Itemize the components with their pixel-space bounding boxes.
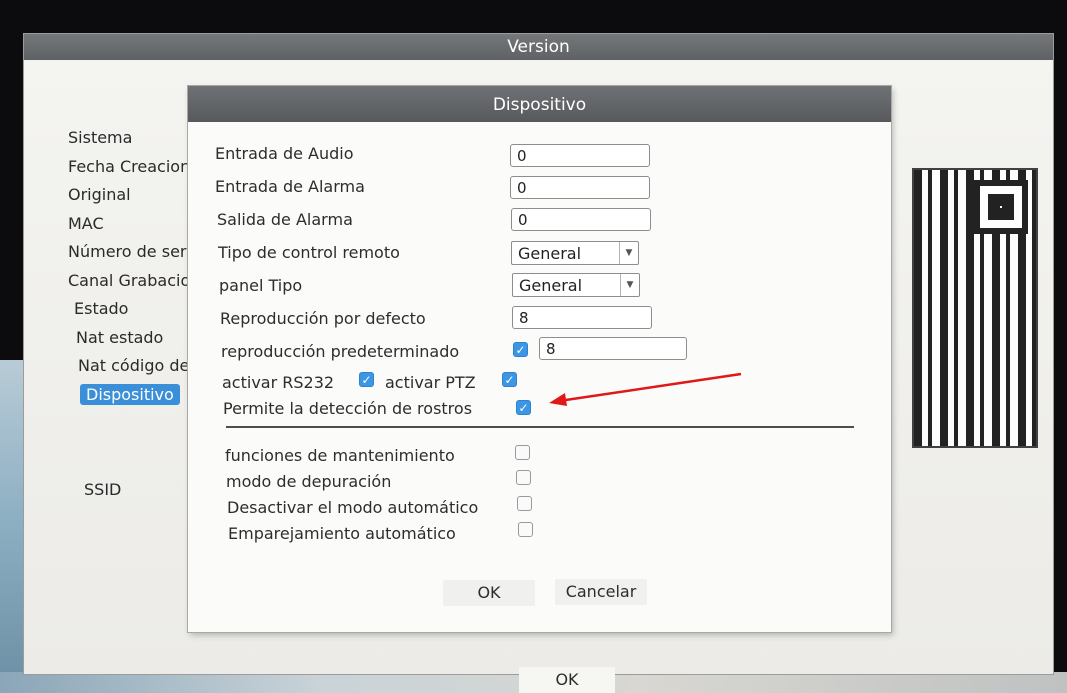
version-window-title: Version [24, 34, 1053, 60]
panel-type-select[interactable]: General ▼ [512, 273, 640, 297]
remote-type-label: Tipo de control remoto [218, 243, 400, 262]
rs232-checkbox[interactable]: ✓ [359, 372, 374, 387]
qr-code-image [912, 168, 1038, 448]
predetermined-playback-checkbox[interactable]: ✓ [513, 342, 528, 357]
alarm-input-label: Entrada de Alarma [215, 177, 365, 196]
predetermined-playback-field[interactable]: 8 [539, 337, 687, 360]
panel-type-value: General [519, 276, 583, 295]
default-playback-label: Reproducción por defecto [220, 309, 426, 328]
ptz-checkbox[interactable]: ✓ [502, 372, 517, 387]
rs232-label: activar RS232 [222, 373, 335, 392]
ssid-label: SSID [84, 480, 122, 499]
debug-mode-label: modo de depuración [226, 472, 392, 491]
maintenance-checkbox[interactable] [515, 445, 530, 460]
chevron-down-icon: ▼ [619, 242, 638, 264]
dispositivo-dialog: Dispositivo Entrada de Audio 0 Entrada d… [188, 86, 891, 632]
dispositivo-button-label: Dispositivo [80, 383, 180, 405]
face-detection-label: Permite la detección de rostros [223, 399, 473, 418]
alarm-input-field[interactable]: 0 [510, 176, 650, 199]
maintenance-label: funciones de mantenimiento [225, 446, 455, 465]
auto-pairing-checkbox[interactable] [518, 522, 533, 537]
chevron-down-icon: ▼ [620, 274, 639, 296]
debug-mode-checkbox[interactable] [516, 470, 531, 485]
section-divider [226, 426, 854, 428]
dispositivo-dialog-body: Entrada de Audio 0 Entrada de Alarma 0 S… [205, 86, 885, 632]
remote-type-value: General [518, 244, 582, 263]
alarm-output-label: Salida de Alarma [217, 210, 353, 229]
panel-type-label: panel Tipo [219, 276, 303, 295]
audio-input-field[interactable]: 0 [510, 144, 650, 167]
disable-auto-label: Desactivar el modo automático [227, 498, 479, 517]
ok-button[interactable]: OK [443, 580, 535, 606]
predetermined-playback-label: reproducción predeterminado [221, 342, 460, 361]
disable-auto-checkbox[interactable] [517, 496, 532, 511]
cancel-button[interactable]: Cancelar [555, 579, 647, 605]
audio-input-label: Entrada de Audio [215, 144, 354, 163]
ptz-label: activar PTZ [385, 373, 476, 392]
remote-type-select[interactable]: General ▼ [511, 241, 639, 265]
default-playback-field[interactable]: 8 [512, 306, 652, 329]
version-ok-button[interactable]: OK [519, 667, 615, 693]
face-detection-checkbox[interactable]: ✓ [516, 400, 531, 415]
alarm-output-field[interactable]: 0 [511, 208, 651, 231]
auto-pairing-label: Emparejamiento automático [228, 524, 456, 543]
